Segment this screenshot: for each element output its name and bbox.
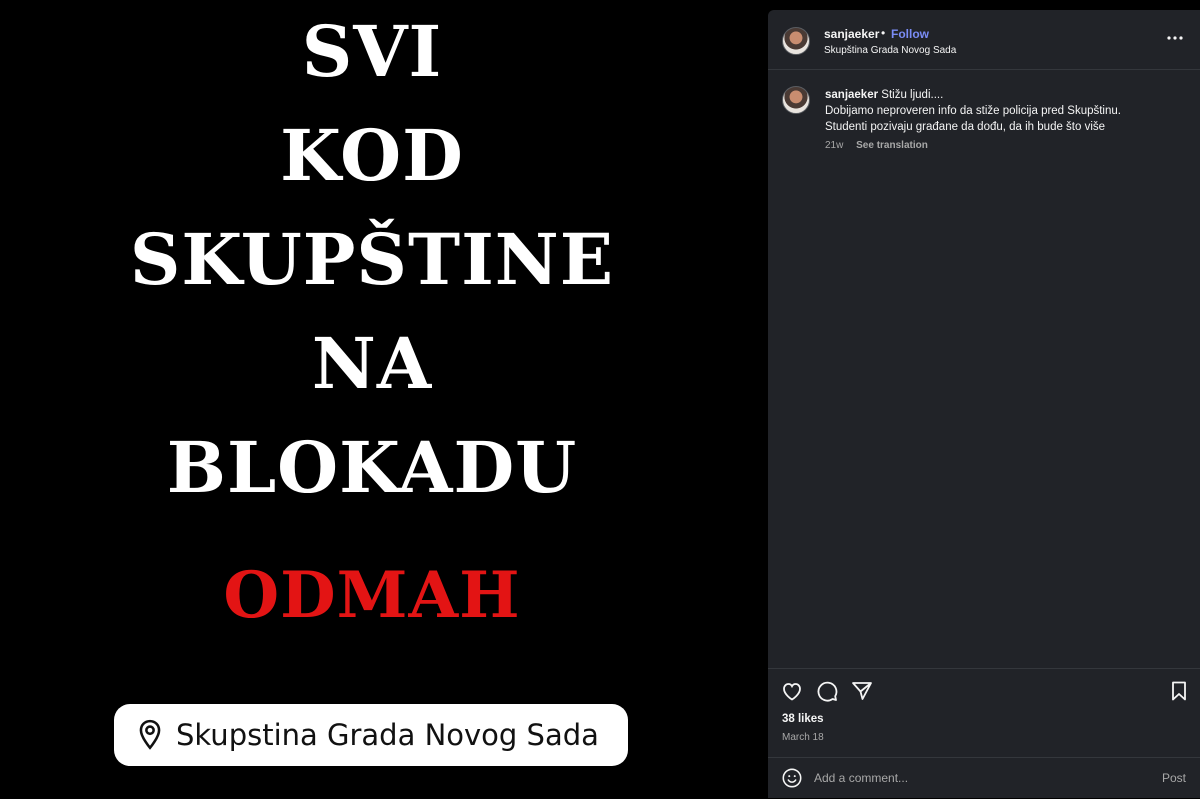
follow-button[interactable]: Follow — [891, 27, 929, 41]
likes-count[interactable]: 38 likes — [782, 713, 824, 725]
author-username[interactable]: sanjaeker — [824, 27, 879, 41]
see-translation-link[interactable]: See translation — [856, 140, 928, 151]
post-header: sanjaeker • Follow Skupština Grada Novog… — [768, 10, 1200, 70]
location-sticker: Skupstina Grada Novog Sada — [114, 704, 628, 766]
caption-age: 21w — [825, 140, 844, 151]
poster-line-5: BLOKADU — [166, 426, 578, 509]
poster-line-2: KOD — [280, 114, 464, 197]
comment-input[interactable] — [814, 767, 1134, 789]
caption-username[interactable]: sanjaeker — [825, 89, 878, 101]
post-image[interactable]: SVI KOD SKUPŠTINE NA BLOKADU ODMAH Skups… — [0, 0, 768, 798]
post-date: March 18 — [782, 732, 824, 743]
caption-line-1: Stižu ljudi.... — [881, 89, 944, 101]
caption-line-3: Studenti pozivaju građane da dođu, da ih… — [825, 121, 1106, 133]
caption-line-2: Dobijamo neproveren info da stiže polici… — [825, 105, 1121, 117]
poster-line-3: SKUPŠTINE — [129, 218, 615, 301]
actions-bar: 38 likes March 18 Post — [768, 668, 1200, 798]
poster-line-1: SVI — [301, 10, 443, 93]
location-pin-icon — [139, 719, 161, 750]
post-details-panel: sanjaeker • Follow Skupština Grada Novog… — [768, 10, 1200, 798]
poster-emphasis-word: ODMAH — [223, 558, 521, 633]
heart-icon[interactable] — [780, 679, 804, 703]
avatar[interactable] — [782, 27, 810, 55]
separator-dot: • — [881, 26, 886, 40]
bookmark-icon[interactable] — [1167, 679, 1191, 703]
more-options-icon[interactable] — [1166, 32, 1184, 44]
paper-plane-icon[interactable] — [850, 679, 874, 703]
comment-composer: Post — [768, 757, 1200, 799]
comment-bubble-icon[interactable] — [815, 679, 839, 703]
location-sticker-text: Skupstina Grada Novog Sada — [176, 718, 599, 752]
caption-avatar[interactable] — [782, 86, 810, 114]
smiley-icon[interactable] — [781, 767, 803, 789]
post-location[interactable]: Skupština Grada Novog Sada — [824, 45, 956, 56]
caption-meta: 21w See translation — [825, 140, 938, 151]
post-caption: sanjaeker Stižu ljudi.... Dobijamo nepro… — [825, 87, 1185, 135]
post-comment-button[interactable]: Post — [1162, 771, 1186, 785]
poster-line-4: NA — [311, 322, 433, 405]
